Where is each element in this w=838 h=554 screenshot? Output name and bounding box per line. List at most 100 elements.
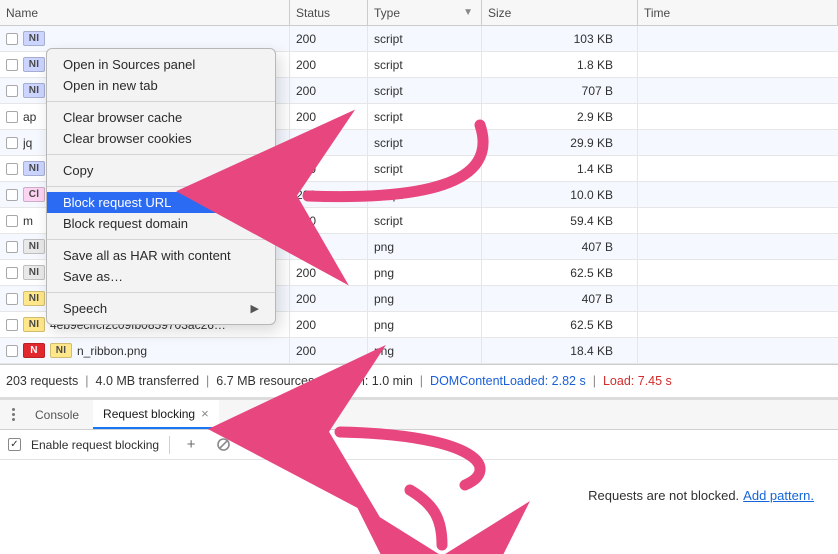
status-domcontentloaded: DOMContentLoaded: 2.82 s: [430, 374, 586, 388]
cell-size: 407 B: [482, 286, 638, 311]
cell-size: 29.9 KB: [482, 130, 638, 155]
cell-status: 200: [290, 78, 368, 103]
cell-time: [638, 156, 838, 181]
cell-size: 1.4 KB: [482, 156, 638, 181]
menu-item[interactable]: Save as…: [47, 266, 275, 287]
menu-item[interactable]: Copy ▶: [47, 160, 275, 181]
menu-item[interactable]: Speech ▶: [47, 298, 275, 319]
menu-separator: [47, 154, 275, 155]
cell-type: script: [368, 78, 482, 103]
col-header-name[interactable]: Name: [0, 0, 290, 25]
menu-item-label: Open in Sources panel: [63, 57, 195, 72]
cell-time: [638, 234, 838, 259]
row-checkbox[interactable]: [6, 111, 18, 123]
file-type-badge: NI: [23, 265, 45, 280]
request-blocking-empty: Requests are not blocked. Add pattern.: [0, 460, 838, 537]
row-checkbox[interactable]: [6, 163, 18, 175]
cell-time: [638, 208, 838, 233]
file-type-badge: NI: [23, 161, 45, 176]
menu-item-label: Block request domain: [63, 216, 188, 231]
menu-item-label: Block request URL: [63, 195, 171, 210]
cell-status: 200: [290, 286, 368, 311]
status-transferred: 4.0 MB transferred: [96, 374, 200, 388]
cell-time: [638, 26, 838, 51]
cell-size: 707 B: [482, 78, 638, 103]
menu-item-label: Save all as HAR with content: [63, 248, 231, 263]
cell-type: script: [368, 208, 482, 233]
menu-item-label: Copy: [63, 163, 93, 178]
row-checkbox[interactable]: [6, 189, 18, 201]
file-type-badge: NI: [23, 291, 45, 306]
cell-status: 200: [290, 208, 368, 233]
drawer-menu-icon[interactable]: [6, 408, 21, 421]
clear-patterns-button[interactable]: [212, 434, 234, 456]
block-icon: [216, 437, 231, 452]
cell-type: script: [368, 182, 482, 207]
tab-request-blocking[interactable]: Request blocking ×: [93, 400, 219, 429]
cell-time: [638, 130, 838, 155]
row-checkbox[interactable]: [6, 319, 18, 331]
menu-item[interactable]: Open in Sources panel: [47, 54, 275, 75]
menu-item[interactable]: Block request domain: [47, 213, 275, 234]
row-checkbox[interactable]: [6, 85, 18, 97]
cell-size: 18.4 KB: [482, 338, 638, 363]
menu-separator: [47, 292, 275, 293]
row-checkbox[interactable]: [6, 345, 18, 357]
menu-separator: [47, 239, 275, 240]
menu-item[interactable]: Block request URL: [47, 192, 275, 213]
tab-console[interactable]: Console: [25, 402, 89, 428]
file-name: ap: [23, 110, 36, 124]
menu-item[interactable]: Open in new tab: [47, 75, 275, 96]
cell-type: png: [368, 234, 482, 259]
enable-request-blocking-checkbox[interactable]: ✓: [8, 438, 21, 451]
cell-size: 2.9 KB: [482, 104, 638, 129]
cell-size: 62.5 KB: [482, 260, 638, 285]
cell-status: 200: [290, 234, 368, 259]
status-load: Load: 7.45 s: [603, 374, 672, 388]
cell-type: png: [368, 260, 482, 285]
chevron-right-icon: ▶: [251, 302, 259, 315]
row-checkbox[interactable]: [6, 267, 18, 279]
menu-item-label: Speech: [63, 301, 107, 316]
col-header-type-label: Type: [374, 6, 400, 20]
cell-type: png: [368, 338, 482, 363]
file-type-badge: N: [23, 343, 45, 358]
cell-time: [638, 338, 838, 363]
row-checkbox[interactable]: [6, 293, 18, 305]
row-checkbox[interactable]: [6, 137, 18, 149]
cell-size: 103 KB: [482, 26, 638, 51]
col-header-size[interactable]: Size: [482, 0, 638, 25]
col-header-time[interactable]: Time: [638, 0, 838, 25]
col-header-status[interactable]: Status: [290, 0, 368, 25]
status-resources: 6.7 MB resources: [216, 374, 314, 388]
drawer-tab-strip: Console Request blocking ×: [0, 400, 838, 430]
menu-separator: [47, 186, 275, 187]
network-status-bar: 203 requests| 4.0 MB transferred| 6.7 MB…: [0, 364, 838, 397]
col-header-type[interactable]: Type ▼: [368, 0, 482, 25]
cell-time: [638, 312, 838, 337]
cell-status: 200: [290, 338, 368, 363]
menu-item[interactable]: Clear browser cache: [47, 107, 275, 128]
table-row[interactable]: NNIn_ribbon.png200png18.4 KB: [0, 338, 838, 364]
file-name: m: [23, 214, 33, 228]
cell-size: 1.8 KB: [482, 52, 638, 77]
cell-type: script: [368, 104, 482, 129]
row-checkbox[interactable]: [6, 59, 18, 71]
row-checkbox[interactable]: [6, 241, 18, 253]
add-pattern-link[interactable]: Add pattern.: [743, 488, 814, 503]
drawer-panel: Console Request blocking × ✓ Enable requ…: [0, 397, 838, 537]
cell-status: 200: [290, 26, 368, 51]
menu-item[interactable]: Clear browser cookies: [47, 128, 275, 149]
row-checkbox[interactable]: [6, 215, 18, 227]
file-type-badge: Cl: [23, 187, 45, 202]
cell-time: [638, 78, 838, 103]
file-type-badge: NI: [23, 83, 45, 98]
close-icon[interactable]: ×: [201, 406, 209, 421]
request-blocking-toolbar: ✓ Enable request blocking +: [0, 430, 838, 460]
add-pattern-button[interactable]: +: [180, 434, 202, 456]
cell-status: 200: [290, 312, 368, 337]
chevron-right-icon: ▶: [251, 164, 259, 177]
row-checkbox[interactable]: [6, 33, 18, 45]
file-name: jq: [23, 136, 32, 150]
menu-item[interactable]: Save all as HAR with content: [47, 245, 275, 266]
